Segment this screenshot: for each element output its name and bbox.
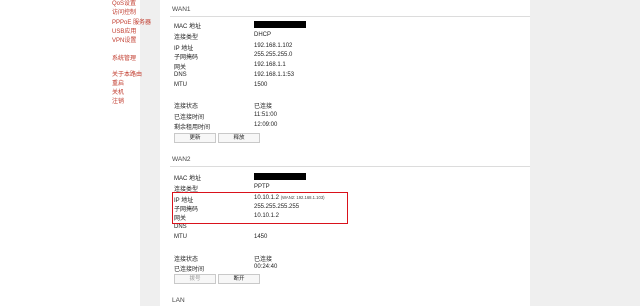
- wan1-type-label: 连接类型: [174, 35, 199, 41]
- wan2-dns-label: DNS: [174, 224, 187, 230]
- wan1-uptime-value: 11:51:00: [254, 112, 277, 118]
- wan1-dns-label: DNS: [174, 72, 187, 78]
- wan1-ip-label: IP 地址: [174, 46, 194, 52]
- wan1-gateway-label: 网关: [174, 65, 187, 71]
- wan2-uptime-value: 00:24:40: [254, 264, 278, 270]
- sidebar-item-qos[interactable]: QoS设置: [112, 1, 136, 8]
- wan2-type-value: PPTP: [254, 184, 270, 190]
- wan2-mac-redacted: [254, 173, 306, 180]
- sidebar-item-pppoe-server[interactable]: PPPoE 服务器: [112, 20, 151, 27]
- wan1-lease-value: 12:09:00: [254, 122, 278, 128]
- wan1-title: WAN1: [172, 6, 191, 13]
- sidebar-item-vpn[interactable]: VPN设置: [112, 38, 136, 45]
- wan1-mask-value: 255.255.255.0: [254, 52, 293, 58]
- wan1-lease-label: 剩余租用时间: [174, 125, 211, 131]
- wan2-uptime-label: 已连接时间: [174, 267, 205, 273]
- wan2-disconnect-button[interactable]: 断开: [218, 274, 260, 284]
- wan2-title: WAN2: [172, 156, 191, 163]
- wan1-mask-label: 子网掩码: [174, 55, 199, 61]
- wan2-status-value: 已连接: [254, 257, 273, 263]
- wan1-divider: [170, 16, 530, 17]
- wan1-release-button[interactable]: 释放: [218, 133, 260, 143]
- wan2-mtu-label: MTU: [174, 234, 187, 240]
- main-content: WAN1 MAC 地址 连接类型 DHCP IP 地址 192.168.1.10…: [160, 0, 530, 306]
- wan1-renew-button[interactable]: 更新: [174, 133, 216, 143]
- wan1-status-label: 连接状态: [174, 104, 199, 110]
- wan1-mtu-value: 1500: [254, 82, 268, 88]
- lan-title: LAN: [172, 297, 185, 304]
- wan1-dns-value: 192.168.1.1:53: [254, 72, 295, 78]
- sidebar-item-usb[interactable]: USB应用: [112, 29, 136, 36]
- wan1-ip-value: 192.168.1.102: [254, 43, 293, 49]
- wan1-mac-label: MAC 地址: [174, 24, 202, 30]
- sidebar-item-access-control[interactable]: 访问控制: [112, 10, 136, 17]
- wan2-connect-button[interactable]: 拨号: [174, 274, 216, 284]
- wan1-gateway-value: 192.168.1.1: [254, 62, 286, 68]
- sidebar-item-logout[interactable]: 注销: [112, 99, 124, 106]
- wan1-type-value: DHCP: [254, 32, 272, 38]
- wan1-uptime-label: 已连接时间: [174, 115, 205, 121]
- wan1-mtu-label: MTU: [174, 82, 187, 88]
- wan2-divider: [170, 166, 530, 167]
- highlight-box: [172, 192, 348, 224]
- wan2-mtu-value: 1450: [254, 234, 268, 240]
- wan1-mac-redacted: [254, 21, 306, 28]
- sidebar: QoS设置 访问控制 PPPoE 服务器 USB应用 VPN设置 系统管理 关于…: [0, 0, 151, 306]
- wan2-mac-label: MAC 地址: [174, 176, 202, 182]
- sidebar-item-system[interactable]: 系统管理: [112, 56, 136, 63]
- wan1-status-value: 已连接: [254, 104, 273, 110]
- sidebar-item-about[interactable]: 关于本路由: [112, 72, 142, 79]
- wan2-status-label: 连接状态: [174, 257, 199, 263]
- sidebar-item-reboot[interactable]: 重启: [112, 81, 124, 88]
- sidebar-item-shutdown[interactable]: 关机: [112, 90, 124, 97]
